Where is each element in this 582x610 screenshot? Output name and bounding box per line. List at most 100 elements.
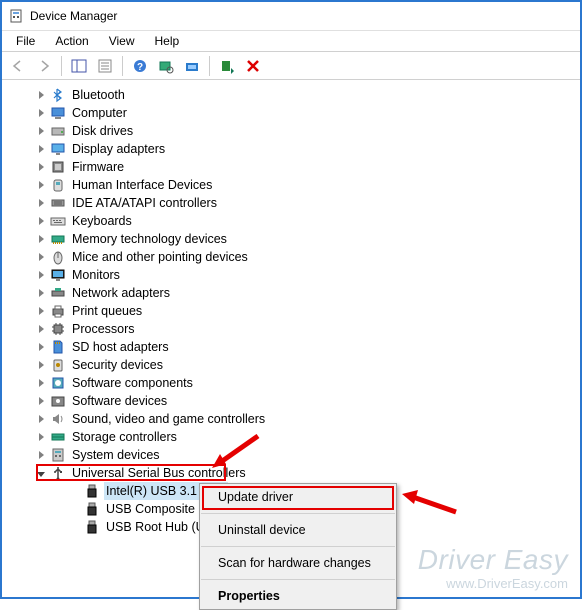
tree-category[interactable]: Keyboards bbox=[34, 212, 580, 230]
category-label: Software components bbox=[70, 374, 195, 392]
show-hide-console-tree-button[interactable] bbox=[67, 54, 91, 78]
category-icon bbox=[50, 123, 66, 139]
tree-category[interactable]: Disk drives bbox=[34, 122, 580, 140]
category-label: Display adapters bbox=[70, 140, 167, 158]
tree-category[interactable]: Human Interface Devices bbox=[34, 176, 580, 194]
menu-help[interactable]: Help bbox=[145, 32, 190, 50]
tree-category[interactable]: Software components bbox=[34, 374, 580, 392]
tree-category[interactable]: Memory technology devices bbox=[34, 230, 580, 248]
category-icon bbox=[50, 339, 66, 355]
expand-arrow-icon[interactable] bbox=[34, 124, 48, 138]
menu-file[interactable]: File bbox=[6, 32, 45, 50]
category-icon bbox=[50, 321, 66, 337]
ctx-scan-hardware[interactable]: Scan for hardware changes bbox=[200, 550, 396, 576]
ctx-properties[interactable]: Properties bbox=[200, 583, 396, 609]
tree-category[interactable]: Processors bbox=[34, 320, 580, 338]
expand-arrow-icon[interactable] bbox=[34, 412, 48, 426]
svg-text:?: ? bbox=[137, 62, 143, 73]
expand-arrow-icon[interactable] bbox=[34, 88, 48, 102]
expand-arrow-icon[interactable] bbox=[34, 286, 48, 300]
add-legacy-hardware-button[interactable] bbox=[215, 54, 239, 78]
category-label: Bluetooth bbox=[70, 86, 127, 104]
update-driver-button[interactable] bbox=[180, 54, 204, 78]
tree-category[interactable]: Display adapters bbox=[34, 140, 580, 158]
tree-category[interactable]: Security devices bbox=[34, 356, 580, 374]
device-tree[interactable]: BluetoothComputerDisk drivesDisplay adap… bbox=[2, 80, 580, 542]
category-label: Software devices bbox=[70, 392, 169, 410]
menu-action[interactable]: Action bbox=[45, 32, 98, 50]
category-icon bbox=[50, 393, 66, 409]
category-label: Human Interface Devices bbox=[70, 176, 214, 194]
category-icon bbox=[50, 447, 66, 463]
scan-hardware-button[interactable] bbox=[154, 54, 178, 78]
category-label: Storage controllers bbox=[70, 428, 179, 446]
category-icon bbox=[50, 357, 66, 373]
category-label: Sound, video and game controllers bbox=[70, 410, 267, 428]
category-label: IDE ATA/ATAPI controllers bbox=[70, 194, 219, 212]
category-label: Monitors bbox=[70, 266, 122, 284]
tree-category[interactable]: System devices bbox=[34, 446, 580, 464]
category-label: Print queues bbox=[70, 302, 144, 320]
usb-device-icon bbox=[84, 501, 100, 517]
expand-arrow-icon[interactable] bbox=[34, 250, 48, 264]
tree-category-usb[interactable]: Universal Serial Bus controllers bbox=[34, 464, 580, 482]
expand-arrow-icon[interactable] bbox=[34, 214, 48, 228]
category-icon bbox=[50, 285, 66, 301]
expand-arrow-icon[interactable] bbox=[34, 340, 48, 354]
category-label: Memory technology devices bbox=[70, 230, 229, 248]
window-title: Device Manager bbox=[30, 9, 117, 23]
expand-arrow-icon[interactable] bbox=[34, 304, 48, 318]
back-button bbox=[6, 54, 30, 78]
category-icon bbox=[50, 159, 66, 175]
toolbar-separator bbox=[209, 56, 210, 76]
toolbar-separator bbox=[122, 56, 123, 76]
expand-arrow-icon[interactable] bbox=[34, 178, 48, 192]
tree-category[interactable]: Network adapters bbox=[34, 284, 580, 302]
ctx-separator bbox=[201, 513, 395, 514]
tree-category[interactable]: IDE ATA/ATAPI controllers bbox=[34, 194, 580, 212]
category-icon bbox=[50, 105, 66, 121]
expand-arrow-icon[interactable] bbox=[34, 448, 48, 462]
uninstall-button[interactable] bbox=[241, 54, 265, 78]
expand-arrow-icon[interactable] bbox=[34, 196, 48, 210]
properties-button[interactable] bbox=[93, 54, 117, 78]
usb-icon bbox=[50, 465, 66, 481]
tree-category[interactable]: Sound, video and game controllers bbox=[34, 410, 580, 428]
tree-category[interactable]: Computer bbox=[34, 104, 580, 122]
ctx-uninstall-device[interactable]: Uninstall device bbox=[200, 517, 396, 543]
ctx-separator bbox=[201, 546, 395, 547]
help-button[interactable]: ? bbox=[128, 54, 152, 78]
expand-arrow-icon[interactable] bbox=[34, 106, 48, 120]
expand-arrow-icon[interactable] bbox=[34, 376, 48, 390]
tree-category[interactable]: Mice and other pointing devices bbox=[34, 248, 580, 266]
tree-category[interactable]: Monitors bbox=[34, 266, 580, 284]
watermark: Driver Easy www.DriverEasy.com bbox=[418, 544, 568, 591]
ctx-update-driver[interactable]: Update driver bbox=[200, 484, 396, 510]
menu-view[interactable]: View bbox=[99, 32, 145, 50]
category-label: Processors bbox=[70, 320, 137, 338]
category-icon bbox=[50, 429, 66, 445]
tree-category[interactable]: SD host adapters bbox=[34, 338, 580, 356]
expand-arrow-icon[interactable] bbox=[34, 160, 48, 174]
expand-arrow-icon[interactable] bbox=[34, 430, 48, 444]
menu-bar: File Action View Help bbox=[2, 30, 580, 52]
expand-arrow-icon[interactable] bbox=[34, 142, 48, 156]
tree-category[interactable]: Print queues bbox=[34, 302, 580, 320]
ctx-separator bbox=[201, 579, 395, 580]
title-bar: Device Manager bbox=[2, 2, 580, 30]
tree-category[interactable]: Storage controllers bbox=[34, 428, 580, 446]
expand-arrow-icon[interactable] bbox=[34, 394, 48, 408]
expand-arrow-icon[interactable] bbox=[34, 232, 48, 246]
expand-arrow-icon[interactable] bbox=[34, 358, 48, 372]
tree-category[interactable]: Bluetooth bbox=[34, 86, 580, 104]
category-icon bbox=[50, 303, 66, 319]
category-label: Disk drives bbox=[70, 122, 135, 140]
expand-arrow-icon[interactable] bbox=[34, 268, 48, 282]
category-icon bbox=[50, 213, 66, 229]
tree-category[interactable]: Firmware bbox=[34, 158, 580, 176]
collapse-arrow-icon[interactable] bbox=[34, 466, 48, 480]
expand-arrow-icon[interactable] bbox=[34, 322, 48, 336]
category-label: System devices bbox=[70, 446, 162, 464]
app-icon bbox=[8, 8, 24, 24]
tree-category[interactable]: Software devices bbox=[34, 392, 580, 410]
